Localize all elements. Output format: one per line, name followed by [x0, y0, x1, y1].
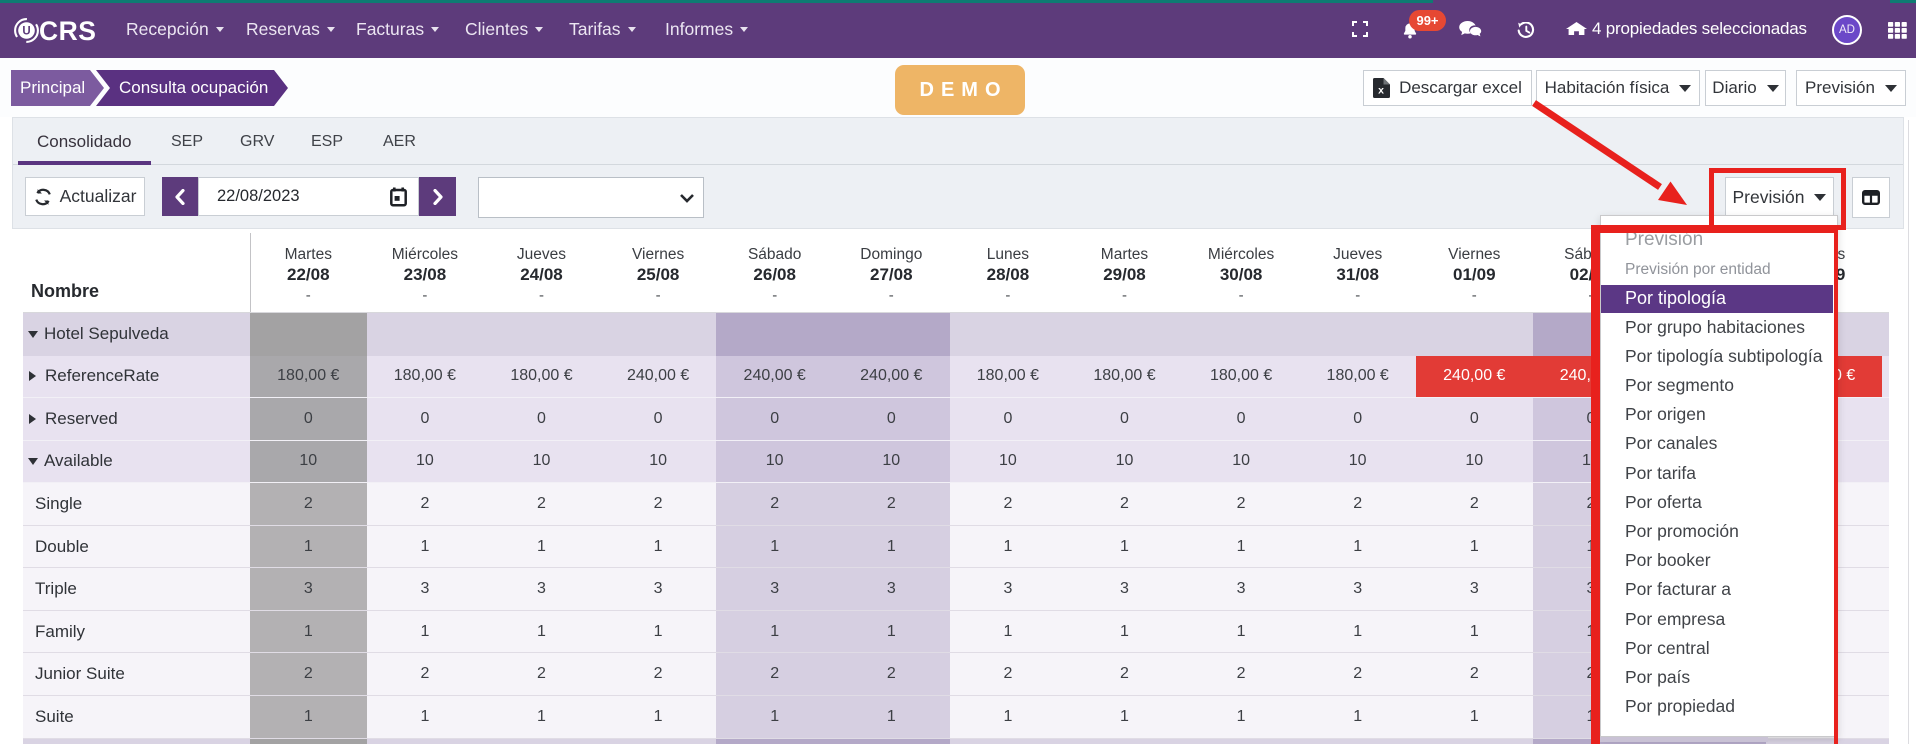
svg-text:x: x: [1378, 85, 1384, 97]
svg-text:U: U: [22, 26, 30, 38]
